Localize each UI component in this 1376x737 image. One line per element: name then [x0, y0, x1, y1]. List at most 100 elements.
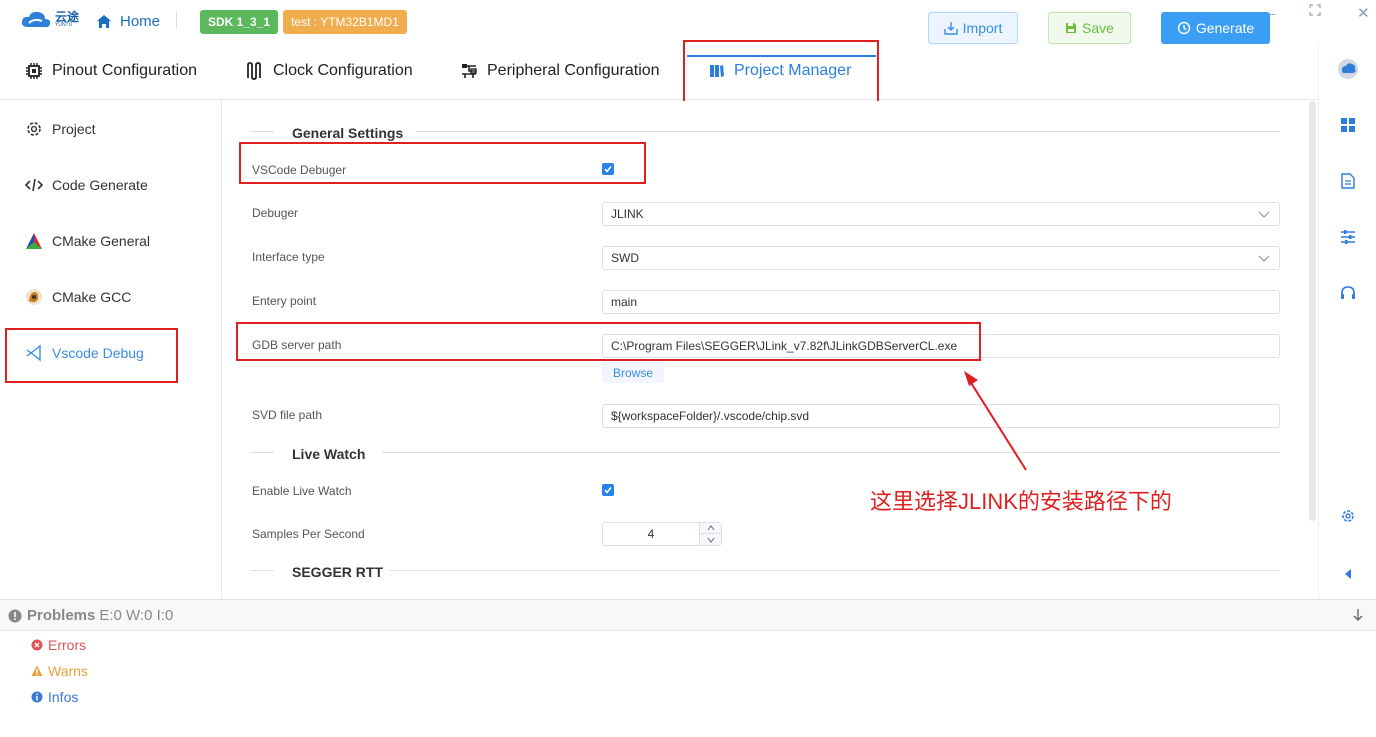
headset-icon[interactable] [1337, 282, 1359, 304]
home-icon [97, 14, 111, 28]
interface-type-value: SWD [611, 251, 639, 265]
close-icon[interactable]: ✕ [1357, 4, 1370, 22]
debugger-select[interactable]: JLINK [602, 202, 1280, 226]
problems-title-text: Problems [27, 607, 96, 624]
grid-icon[interactable] [1337, 114, 1359, 136]
peripheral-icon [462, 63, 477, 78]
cloud-logo-icon [21, 11, 51, 28]
section-divider [382, 452, 1280, 453]
problems-warns[interactable]: Warns [31, 663, 88, 679]
entry-point-input[interactable]: main [602, 290, 1280, 314]
clock-wave-icon [247, 61, 261, 80]
import-button[interactable]: Import [928, 12, 1018, 44]
section-divider [250, 570, 274, 571]
save-icon [1066, 23, 1077, 33]
home-label: Home [120, 12, 161, 30]
maximize-icon[interactable] [1309, 4, 1321, 19]
tab-pinout-configuration[interactable]: Pinout Configuration [25, 42, 197, 99]
section-divider [389, 570, 1280, 571]
tab-peripheral-configuration[interactable]: Peripheral Configuration [460, 42, 660, 99]
interface-type-select[interactable]: SWD [602, 246, 1280, 270]
debugger-value: JLINK [611, 207, 644, 221]
code-icon [25, 178, 43, 192]
import-icon [943, 22, 958, 35]
section-title-general: General Settings [292, 125, 404, 141]
svd-file-path-label: SVD file path [252, 408, 323, 422]
save-label: Save [1082, 20, 1114, 36]
problems-counts: E:0 W:0 I:0 [99, 607, 174, 624]
generate-button[interactable]: Generate [1161, 12, 1270, 44]
annotation-box-gdb-path [236, 322, 981, 361]
avatar[interactable] [1337, 58, 1359, 80]
generate-icon [1177, 21, 1191, 35]
problems-header[interactable] [0, 599, 1376, 631]
gcc-icon [26, 289, 42, 305]
chevron-down-icon [1258, 211, 1270, 218]
enable-live-watch-checkbox[interactable] [602, 484, 614, 496]
tab-label: Clock Configuration [273, 61, 413, 79]
cmake-icon [26, 233, 42, 249]
section-title-segger-rtt: SEGGER RTT [292, 564, 384, 580]
interface-type-label: Interface type [252, 250, 325, 264]
sidebar-item-code-generate[interactable]: Code Generate [25, 174, 148, 196]
document-icon[interactable] [1337, 170, 1359, 192]
problems-title: Problems E:0 W:0 I:0 [8, 607, 173, 624]
warning-icon [31, 665, 43, 676]
section-divider [415, 131, 1280, 132]
annotation-arrow [964, 371, 1027, 471]
sidebar-item-cmake-general[interactable]: CMake General [25, 230, 150, 252]
sidebar-item-label: CMake General [52, 233, 151, 249]
sidebar-item-label: Code Generate [52, 177, 148, 193]
sliders-icon[interactable] [1337, 226, 1359, 248]
samples-per-second-stepper[interactable]: 4 [602, 522, 722, 546]
chip-icon [26, 62, 42, 79]
save-button[interactable]: Save [1048, 12, 1131, 44]
scrollbar[interactable] [1309, 101, 1316, 521]
section-title-live-watch: Live Watch [292, 446, 366, 462]
settings-gear-icon[interactable] [1337, 505, 1359, 527]
import-label: Import [962, 20, 1003, 36]
enable-live-watch-label: Enable Live Watch [252, 484, 352, 498]
section-divider [250, 452, 274, 453]
app-logo: 云途 YUNTU [20, 7, 84, 33]
debugger-label: Debuger [252, 206, 299, 220]
entry-point-label: Entery point [252, 294, 317, 308]
info-icon [31, 691, 43, 703]
samples-per-second-label: Samples Per Second [252, 527, 365, 541]
check-icon [604, 487, 612, 494]
sidebar-item-label: Project [52, 121, 96, 137]
svd-file-path-input[interactable]: ${workspaceFolder}/.vscode/chip.svd [602, 404, 1280, 428]
gear-icon [27, 122, 41, 136]
errors-label: Errors [48, 637, 87, 653]
problems-infos[interactable]: Infos [31, 689, 78, 705]
infos-label: Infos [48, 689, 79, 705]
logo-text: 云途 [55, 10, 80, 24]
annotation-box-vscode-debug [5, 328, 178, 383]
browse-button[interactable]: Browse [602, 362, 664, 383]
divider [176, 11, 177, 29]
home-link[interactable]: Home [96, 11, 160, 31]
stepper-down-icon[interactable] [700, 534, 721, 545]
stepper-up-icon[interactable] [700, 523, 721, 534]
logo-subtext: YUNTU [55, 22, 73, 28]
avatar-icon [1338, 59, 1358, 79]
warns-label: Warns [48, 663, 88, 679]
project-badge[interactable]: test : YTM32B1MD1 [283, 10, 407, 34]
tab-label: Pinout Configuration [52, 61, 197, 79]
chevron-down-icon [1258, 255, 1270, 262]
annotation-note: 这里选择JLINK的安装路径下的 [870, 489, 1172, 514]
problems-errors[interactable]: Errors [31, 637, 86, 653]
tab-label: Peripheral Configuration [487, 61, 660, 79]
stepper-value[interactable]: 4 [603, 523, 699, 545]
sidebar-item-project[interactable]: Project [25, 118, 96, 140]
arrow-down-icon[interactable] [1352, 608, 1364, 627]
sdk-version-badge[interactable]: SDK 1_3_1 [200, 10, 278, 34]
tab-clock-configuration[interactable]: Clock Configuration [246, 42, 413, 99]
collapse-left-icon[interactable] [1337, 563, 1359, 585]
annotation-box-vscode-debugger [239, 142, 646, 184]
alert-circle-icon [8, 609, 22, 622]
sidebar-item-cmake-gcc[interactable]: CMake GCC [25, 286, 131, 308]
section-divider [250, 131, 274, 132]
error-icon [31, 639, 43, 651]
generate-label: Generate [1195, 20, 1255, 36]
